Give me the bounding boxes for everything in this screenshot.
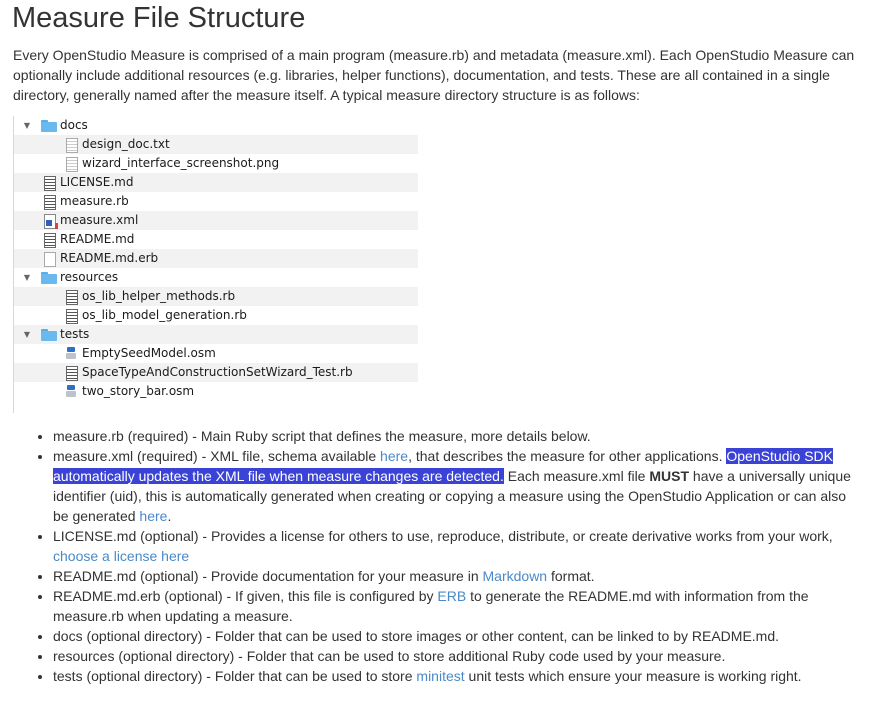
markdown-link[interactable]: Markdown (483, 568, 548, 584)
tree-row-readme[interactable]: README.md (14, 230, 418, 249)
file-description-list: measure.rb (required) - Main Ruby script… (13, 426, 865, 686)
uid-generator-link[interactable]: here (139, 508, 167, 524)
choose-license-link[interactable]: choose a license here (53, 548, 189, 564)
list-item-docs: docs (optional directory) - Folder that … (53, 626, 865, 646)
list-item-measure-xml: measure.xml (required) - XML file, schem… (53, 446, 865, 526)
list-item-resources: resources (optional directory) - Folder … (53, 646, 865, 666)
tree-item-label: wizard_interface_screenshot.png (82, 156, 280, 170)
osm-file-icon (65, 385, 77, 398)
tree-row-tests[interactable]: ▼ tests (14, 325, 418, 344)
disclosure-triangle-icon[interactable]: ▼ (22, 325, 32, 344)
file-icon (44, 233, 56, 248)
tree-item-label: resources (60, 270, 119, 284)
tree-item-label: README.md.erb (60, 251, 159, 265)
tree-item-label: SpaceTypeAndConstructionSetWizard_Test.r… (82, 365, 353, 379)
tree-item-label: measure.xml (60, 213, 139, 227)
tree-item-label: two_story_bar.osm (82, 384, 195, 398)
tree-item-label: os_lib_model_generation.rb (82, 308, 247, 322)
must-emphasis: MUST (649, 468, 690, 484)
tree-row-empty-seed-model[interactable]: EmptySeedModel.osm (14, 344, 418, 363)
intro-paragraph: Every OpenStudio Measure is comprised of… (13, 47, 855, 103)
tree-item-label: tests (60, 327, 90, 341)
folder-icon (41, 272, 57, 284)
image-file-icon (66, 157, 78, 172)
tree-item-label: EmptySeedModel.osm (82, 346, 216, 360)
list-item-license: LICENSE.md (optional) - Provides a licen… (53, 526, 865, 566)
tree-item-label: measure.rb (60, 194, 129, 208)
tree-row-two-story-bar[interactable]: two_story_bar.osm (14, 382, 418, 401)
tree-row-measure-xml[interactable]: measure.xml (14, 211, 418, 230)
list-item-readme-erb: README.md.erb (optional) - If given, thi… (53, 586, 865, 626)
tree-row-model-generation[interactable]: os_lib_model_generation.rb (14, 306, 418, 325)
tree-row-readme-erb[interactable]: README.md.erb (14, 249, 418, 268)
tree-item-label: LICENSE.md (60, 175, 134, 189)
file-icon (66, 366, 78, 381)
tree-item-label: design_doc.txt (82, 137, 170, 151)
disclosure-triangle-icon[interactable]: ▼ (22, 116, 32, 135)
blank-file-icon (44, 252, 56, 267)
tree-row-measure-rb[interactable]: measure.rb (14, 192, 418, 211)
file-icon (44, 176, 56, 191)
tree-item-label: README.md (60, 232, 135, 246)
tree-row-resources[interactable]: ▼ resources (14, 268, 418, 287)
osm-file-icon (65, 347, 77, 360)
list-item-tests: tests (optional directory) - Folder that… (53, 666, 865, 686)
folder-icon (41, 120, 57, 132)
tree-row-design-doc[interactable]: design_doc.txt (14, 135, 418, 154)
file-icon (66, 309, 78, 324)
tree-row-wizard-test[interactable]: SpaceTypeAndConstructionSetWizard_Test.r… (14, 363, 418, 382)
tree-row-helper-methods[interactable]: os_lib_helper_methods.rb (14, 287, 418, 306)
folder-icon (41, 329, 57, 341)
minitest-link[interactable]: minitest (416, 668, 464, 684)
tree-item-label: os_lib_helper_methods.rb (82, 289, 236, 303)
tree-row-license[interactable]: LICENSE.md (14, 173, 418, 192)
tree-row-docs[interactable]: ▼ docs (14, 116, 418, 135)
directory-tree: ▼ docs design_doc.txt wizard_interface_s… (13, 116, 418, 413)
list-item-measure-rb: measure.rb (required) - Main Ruby script… (53, 426, 865, 446)
erb-link[interactable]: ERB (437, 588, 466, 604)
xml-file-icon (44, 214, 58, 229)
text-file-icon (66, 138, 78, 153)
tree-item-label: docs (60, 118, 88, 132)
list-item-readme: README.md (optional) - Provide documenta… (53, 566, 865, 586)
tree-row-wizard-screenshot[interactable]: wizard_interface_screenshot.png (14, 154, 418, 173)
disclosure-triangle-icon[interactable]: ▼ (22, 268, 32, 287)
file-icon (44, 195, 56, 210)
file-icon (66, 290, 78, 305)
schema-link[interactable]: here (380, 448, 408, 464)
page-title: Measure File Structure (12, 2, 306, 34)
